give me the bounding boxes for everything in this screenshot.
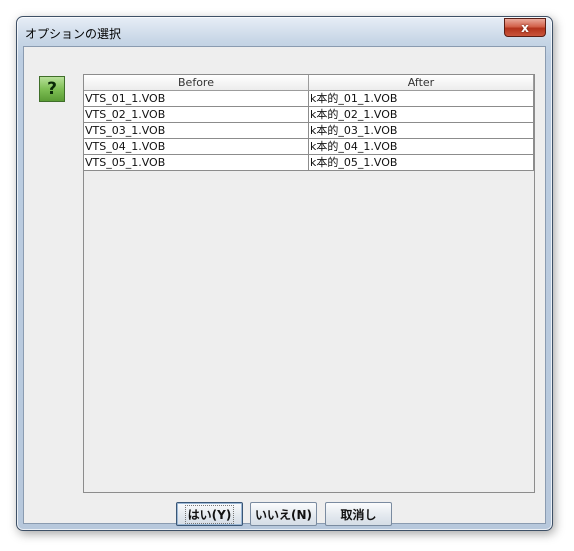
table-row[interactable]: VTS_05_1.VOB k本的_05_1.VOB xyxy=(84,154,534,171)
cell-before[interactable]: VTS_05_1.VOB xyxy=(84,154,309,171)
column-header-before[interactable]: Before xyxy=(84,75,309,91)
dialog-window: オプションの選択 x ? Before After VTS_01_1.VOB k xyxy=(16,16,553,531)
question-icon-glyph: ? xyxy=(47,79,57,99)
no-button[interactable]: いいえ(N) xyxy=(250,502,317,526)
close-icon: x xyxy=(521,20,529,35)
question-icon: ? xyxy=(39,76,65,102)
yes-button-label: はい(Y) xyxy=(184,504,235,524)
cell-after[interactable]: k本的_01_1.VOB xyxy=(308,90,534,107)
dialog-body: ? Before After VTS_01_1.VOB k本的_01_1.VOB xyxy=(23,46,546,526)
window-title: オプションの選択 xyxy=(25,27,122,41)
no-button-label: いいえ(N) xyxy=(254,507,312,522)
rename-table: Before After VTS_01_1.VOB k本的_01_1.VOB V… xyxy=(83,74,535,493)
cell-after[interactable]: k本的_02_1.VOB xyxy=(308,106,534,123)
cell-before[interactable]: VTS_03_1.VOB xyxy=(84,122,309,139)
cell-after[interactable]: k本的_03_1.VOB xyxy=(308,122,534,139)
title-bar[interactable]: オプションの選択 x xyxy=(17,17,552,47)
yes-button[interactable]: はい(Y) xyxy=(176,502,243,526)
table-row[interactable]: VTS_02_1.VOB k本的_02_1.VOB xyxy=(84,106,534,123)
cancel-button-label: 取消し xyxy=(340,507,377,522)
cell-after[interactable]: k本的_04_1.VOB xyxy=(308,138,534,155)
table-row[interactable]: VTS_01_1.VOB k本的_01_1.VOB xyxy=(84,90,534,107)
button-bar: はい(Y) いいえ(N) 取消し xyxy=(24,502,545,526)
cell-before[interactable]: VTS_01_1.VOB xyxy=(84,90,309,107)
table-header-row: Before After xyxy=(84,75,534,91)
column-header-after[interactable]: After xyxy=(308,75,534,91)
cell-before[interactable]: VTS_02_1.VOB xyxy=(84,106,309,123)
table-row[interactable]: VTS_03_1.VOB k本的_03_1.VOB xyxy=(84,122,534,139)
cell-after[interactable]: k本的_05_1.VOB xyxy=(308,154,534,171)
close-button[interactable]: x xyxy=(504,18,546,37)
cell-before[interactable]: VTS_04_1.VOB xyxy=(84,138,309,155)
cancel-button[interactable]: 取消し xyxy=(325,502,392,526)
table-row[interactable]: VTS_04_1.VOB k本的_04_1.VOB xyxy=(84,138,534,155)
rename-table-grid: Before After VTS_01_1.VOB k本的_01_1.VOB V… xyxy=(84,75,534,171)
